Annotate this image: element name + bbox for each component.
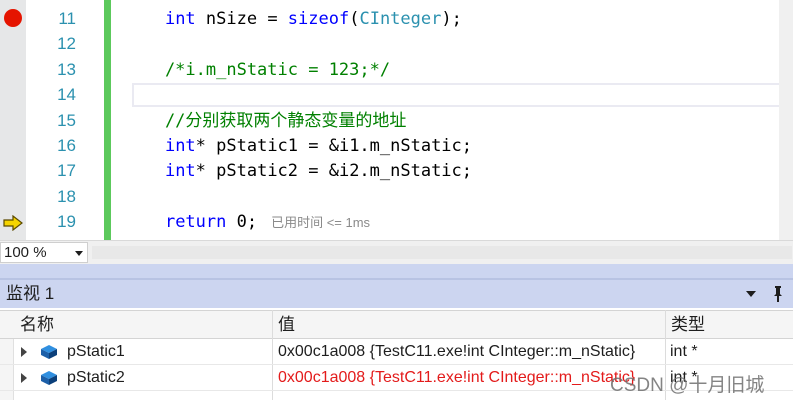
breakpoint-icon[interactable] xyxy=(4,9,22,27)
watch-value[interactable]: 0x00c1a008 {TestC11.exe!int CInteger::m_… xyxy=(278,365,662,390)
code-token: int xyxy=(164,9,196,29)
panel-splitter[interactable] xyxy=(0,264,793,280)
line-number: 14 xyxy=(57,85,76,105)
watch-row[interactable]: pStatic1 0x00c1a008 {TestC11.exe!int CInt… xyxy=(0,339,793,365)
code-token: ( xyxy=(349,9,360,29)
watch-panel-header: 监视 1 xyxy=(0,280,793,308)
code-token: sizeof xyxy=(287,9,350,29)
column-header-name[interactable]: 名称 xyxy=(14,311,272,338)
code-line[interactable]: //分别获取两个静态变量的地址 xyxy=(124,108,406,134)
code-token: * pStatic1 = &i1.m_nStatic; xyxy=(195,136,473,156)
editor-horizontal-scrollbar[interactable] xyxy=(92,246,792,259)
code-token: return xyxy=(164,212,227,233)
variable-object-icon xyxy=(41,371,57,385)
expand-arrow-icon[interactable] xyxy=(21,347,27,357)
watch-name[interactable]: pStatic1 xyxy=(67,339,270,364)
editor-vertical-scrollbar[interactable] xyxy=(779,0,793,240)
line-numbers: 11 12 13 14 15 16 17 18 19 xyxy=(26,0,76,240)
column-header-value[interactable]: 值 xyxy=(272,311,665,338)
change-tracking-bar xyxy=(104,0,111,240)
line-number: 11 xyxy=(58,9,76,28)
perf-tip[interactable]: 已用时间 <= 1ms xyxy=(271,215,370,230)
current-line-highlight xyxy=(132,83,793,107)
expand-arrow-icon[interactable] xyxy=(21,373,27,383)
zoom-bar: 100 % xyxy=(0,240,793,264)
line-number: 12 xyxy=(57,34,76,54)
code-line[interactable]: int* pStatic1 = &i1.m_nStatic; xyxy=(124,133,472,159)
code-line[interactable]: /*i.m_nStatic = 123;*/ xyxy=(124,57,390,83)
code-editor[interactable]: 11 12 13 14 15 16 17 18 19 int nSize = sizeof(CI… xyxy=(0,0,793,240)
variable-object-icon xyxy=(41,345,57,359)
line-number: 18 xyxy=(57,186,76,206)
code-token: nSize = xyxy=(195,9,288,29)
line-number: 17 xyxy=(57,161,76,181)
code-area[interactable]: int nSize = sizeof(CInteger); /*i.m_nSta… xyxy=(124,0,793,240)
code-token: 0; xyxy=(226,212,258,233)
glyph-margin[interactable] xyxy=(0,0,26,240)
code-token: * pStatic2 = &i2.m_nStatic; xyxy=(195,161,473,182)
pin-icon[interactable] xyxy=(770,285,786,303)
code-line[interactable]: return 0; 已用时间 <= 1ms xyxy=(124,209,370,235)
watch-value[interactable]: 0x00c1a008 {TestC11.exe!int CInteger::m_… xyxy=(278,339,662,364)
column-header-type[interactable]: 类型 xyxy=(665,311,793,338)
panel-menu-dropdown-icon[interactable] xyxy=(746,291,756,297)
code-token: ); xyxy=(441,9,462,29)
line-number: 15 xyxy=(57,110,76,130)
code-token: /*i.m_nStatic = 123;*/ xyxy=(124,59,391,80)
watch-type: int * xyxy=(670,343,698,360)
watermark: CSDN @十月旧城 xyxy=(610,375,765,396)
code-token: int xyxy=(164,136,196,156)
line-number: 16 xyxy=(57,136,76,155)
watch-table-header: 名称 值 类型 xyxy=(0,310,793,339)
zoom-dropdown[interactable]: 100 % xyxy=(0,242,88,263)
code-line[interactable]: int nSize = sizeof(CInteger); xyxy=(124,6,462,32)
line-number: 13 xyxy=(57,59,76,79)
chevron-down-icon xyxy=(75,251,83,256)
code-token: CInteger xyxy=(359,9,442,29)
watch-panel-title: 监视 1 xyxy=(6,284,55,303)
next-statement-arrow-icon xyxy=(3,215,23,231)
code-token: //分别获取两个静态变量的地址 xyxy=(124,110,407,131)
code-line[interactable]: int* pStatic2 = &i2.m_nStatic; xyxy=(124,158,472,184)
watch-name[interactable]: pStatic2 xyxy=(67,365,270,390)
line-number: 19 xyxy=(57,212,76,232)
code-token: int xyxy=(164,161,196,182)
zoom-value: 100 % xyxy=(4,244,47,261)
